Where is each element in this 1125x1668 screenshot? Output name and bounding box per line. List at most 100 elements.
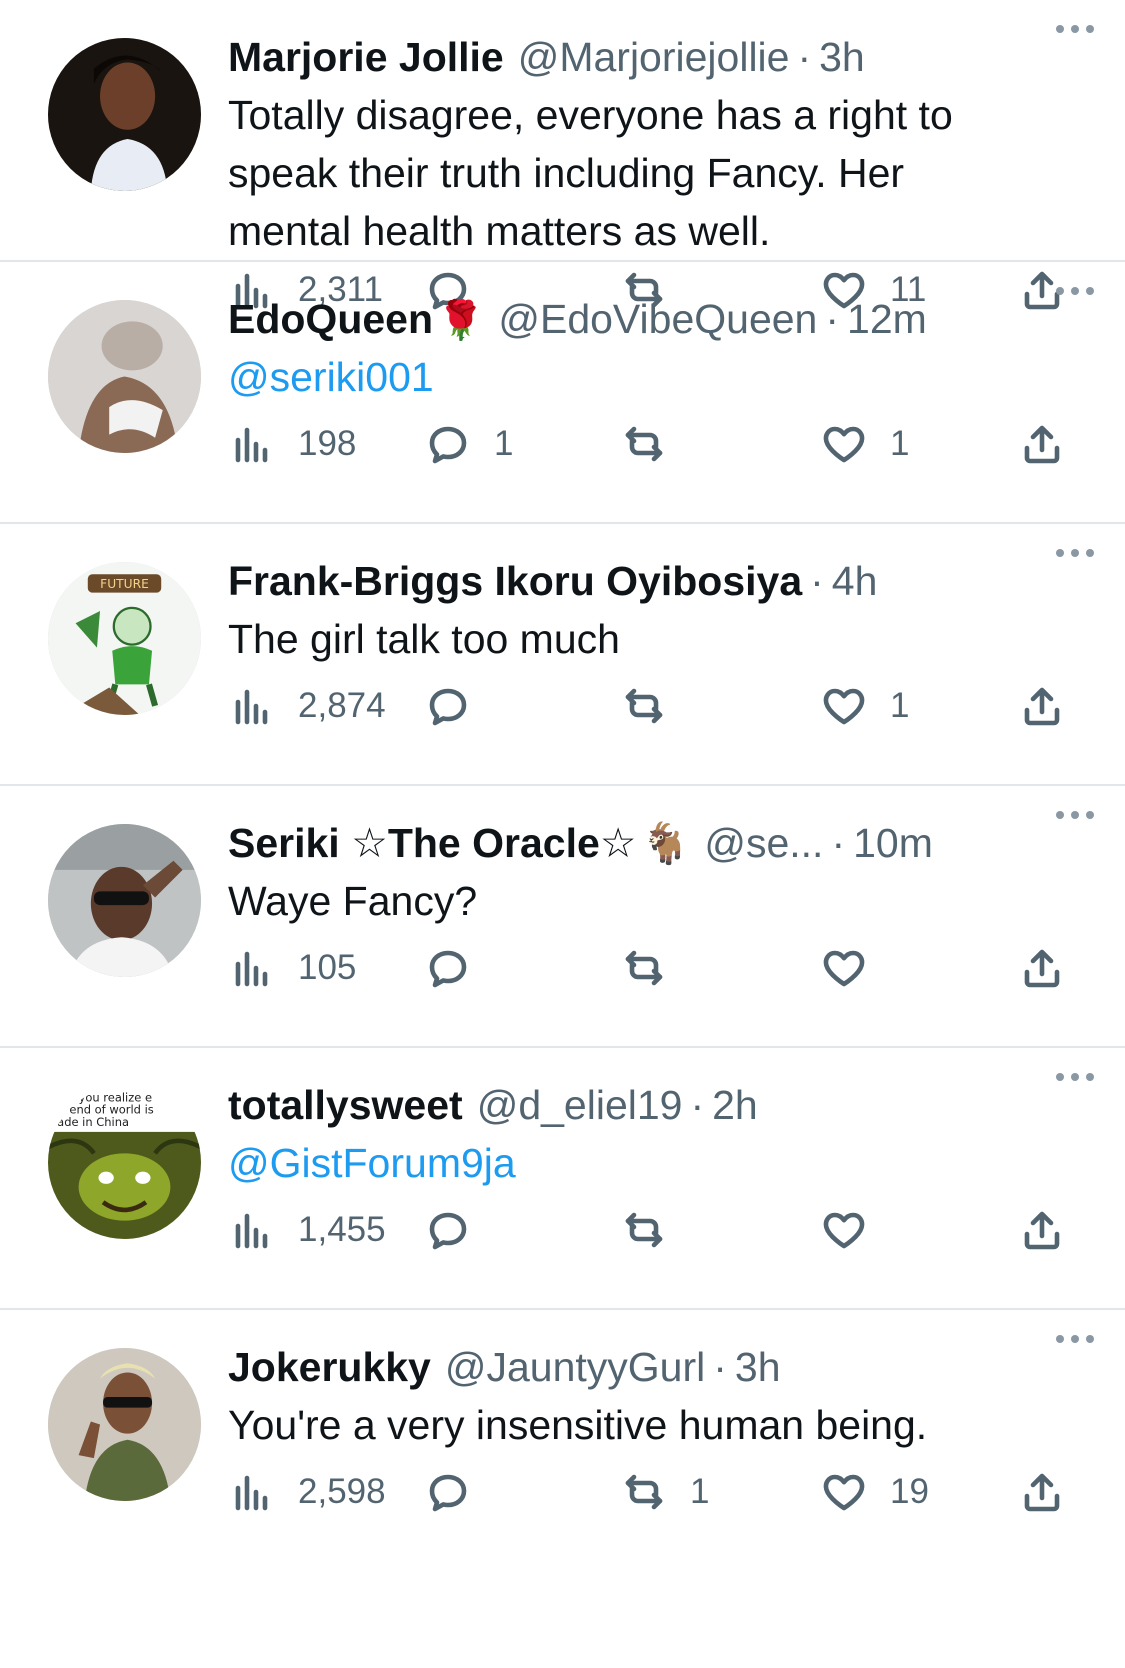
retweet-button[interactable] xyxy=(620,1200,690,1260)
reply-button[interactable] xyxy=(424,938,494,998)
views-count: 105 xyxy=(298,948,357,987)
more-dots-icon[interactable] xyxy=(1045,1062,1105,1092)
views-button[interactable]: 2,598 xyxy=(228,1462,386,1522)
avatar-image: you realize e end of world is ade in Chi… xyxy=(48,1086,201,1239)
tweet-text: The girl talk too much xyxy=(228,616,620,662)
views-button[interactable]: 2,874 xyxy=(228,676,386,736)
more-dots-icon[interactable] xyxy=(1045,800,1105,830)
views-button[interactable]: 198 xyxy=(228,414,356,474)
retweet-arrows-icon xyxy=(620,1468,668,1516)
action-bar: 105 xyxy=(228,938,1125,998)
author-handle[interactable]: @se... xyxy=(704,814,823,872)
author-name[interactable]: Jokerukky xyxy=(228,1338,431,1396)
tweet[interactable]: Seriki ☆The Oracle☆ 🐐 @se... · 10m Waye … xyxy=(0,786,1125,1048)
author-name[interactable]: EdoQueen xyxy=(228,290,433,348)
author-handle[interactable]: @Marjoriejollie xyxy=(518,28,790,86)
bar-chart-icon xyxy=(228,682,276,730)
more-dots-icon[interactable] xyxy=(1045,276,1105,306)
share-upload-icon xyxy=(1018,1468,1066,1516)
timestamp[interactable]: 3h xyxy=(735,1338,781,1396)
tweet-text-mention[interactable]: @GistForum9ja xyxy=(228,1134,1058,1192)
timestamp[interactable]: 12m xyxy=(847,290,927,348)
share-upload-icon xyxy=(1018,682,1066,730)
reply-button[interactable]: 1 xyxy=(424,414,513,474)
goat-icon: 🐐 xyxy=(640,822,691,866)
share-button[interactable] xyxy=(1018,676,1066,736)
tweet-text-mention[interactable]: @seriki001 xyxy=(228,348,1058,406)
reply-button[interactable] xyxy=(424,1462,494,1522)
retweet-count: 1 xyxy=(690,1472,710,1511)
tweet[interactable]: FUTURE Frank-Briggs Ikoru Oyibosiya · 4h… xyxy=(0,524,1125,786)
author-name[interactable]: Marjorie Jollie xyxy=(228,28,504,86)
retweet-button[interactable] xyxy=(620,414,690,474)
like-button[interactable]: 1 xyxy=(820,676,909,736)
avatar[interactable] xyxy=(48,824,201,977)
avatar-image: FUTURE xyxy=(48,562,201,715)
speech-bubble-icon xyxy=(424,1206,472,1254)
author-handle[interactable]: @JauntyyGurl xyxy=(445,1338,705,1396)
avatar-image xyxy=(48,300,201,453)
like-button[interactable] xyxy=(820,938,890,998)
tweet-text: You're a very insensitive human being. xyxy=(228,1402,928,1448)
share-button[interactable] xyxy=(1018,414,1066,474)
like-button[interactable]: 19 xyxy=(820,1462,929,1522)
retweet-arrows-icon xyxy=(620,682,668,730)
avatar[interactable] xyxy=(48,1348,201,1501)
views-count: 1,455 xyxy=(298,1210,386,1249)
like-button[interactable]: 1 xyxy=(820,414,909,474)
timestamp[interactable]: 2h xyxy=(712,1076,758,1134)
avatar[interactable] xyxy=(48,300,201,453)
author-name[interactable]: totallysweet xyxy=(228,1076,463,1134)
retweet-button[interactable]: 1 xyxy=(620,1462,709,1522)
action-bar: 1,455 xyxy=(228,1200,1125,1260)
action-bar: 2,874 1 xyxy=(228,676,1125,736)
speech-bubble-icon xyxy=(424,1468,472,1516)
share-button[interactable] xyxy=(1018,938,1066,998)
timestamp[interactable]: 3h xyxy=(819,28,865,86)
heart-icon xyxy=(820,682,868,730)
tweet[interactable]: Marjorie Jollie @Marjoriejollie · 3h Tot… xyxy=(0,0,1125,310)
bar-chart-icon xyxy=(228,420,276,468)
heart-icon xyxy=(820,1206,868,1254)
timestamp[interactable]: 4h xyxy=(832,552,878,610)
timestamp[interactable]: 10m xyxy=(853,814,933,872)
reply-button[interactable] xyxy=(424,676,494,736)
avatar[interactable]: FUTURE xyxy=(48,562,201,715)
retweet-arrows-icon xyxy=(620,420,668,468)
share-button[interactable] xyxy=(1018,1200,1066,1260)
more-dots-icon[interactable] xyxy=(1045,1324,1105,1354)
reply-button[interactable] xyxy=(424,1200,494,1260)
tweet[interactable]: Jokerukky @JauntyyGurl · 3h You're a ver… xyxy=(0,1310,1125,1668)
retweet-button[interactable] xyxy=(620,938,690,998)
more-dots-icon[interactable] xyxy=(1045,538,1105,568)
avatar[interactable] xyxy=(48,38,201,191)
action-bar: 2,598 1 19 xyxy=(228,1462,1125,1522)
avatar-image xyxy=(48,38,201,191)
separator-dot: · xyxy=(825,296,840,342)
tweet[interactable]: you realize e end of world is ade in Chi… xyxy=(0,1048,1125,1310)
separator-dot: · xyxy=(797,34,812,80)
tweet-text: Totally disagree, everyone has a right t… xyxy=(228,92,953,254)
more-dots-icon[interactable] xyxy=(1045,14,1105,44)
speech-bubble-icon xyxy=(424,944,472,992)
speech-bubble-icon xyxy=(424,682,472,730)
like-button[interactable] xyxy=(820,1200,890,1260)
avatar[interactable]: you realize e end of world is ade in Chi… xyxy=(48,1086,201,1239)
bar-chart-icon xyxy=(228,1468,276,1516)
tweet[interactable]: EdoQueen 🌹 @EdoVibeQueen · 12m @seriki00… xyxy=(0,262,1125,524)
author-handle[interactable]: @d_eliel19 xyxy=(477,1076,683,1134)
views-button[interactable]: 105 xyxy=(228,938,356,998)
views-count: 2,598 xyxy=(298,1472,386,1511)
views-button[interactable]: 1,455 xyxy=(228,1200,386,1260)
avatar-caption: FUTURE xyxy=(100,577,149,591)
bar-chart-icon xyxy=(228,1206,276,1254)
avatar-image xyxy=(48,824,201,977)
author-name[interactable]: Frank-Briggs Ikoru Oyibosiya xyxy=(228,552,802,610)
author-name[interactable]: Seriki ☆The Oracle☆ xyxy=(228,814,637,872)
author-handle[interactable]: @EdoVibeQueen xyxy=(498,290,817,348)
speech-bubble-icon xyxy=(424,420,472,468)
bar-chart-icon xyxy=(228,944,276,992)
retweet-button[interactable] xyxy=(620,676,690,736)
heart-icon xyxy=(820,420,868,468)
share-button[interactable] xyxy=(1018,1462,1066,1522)
